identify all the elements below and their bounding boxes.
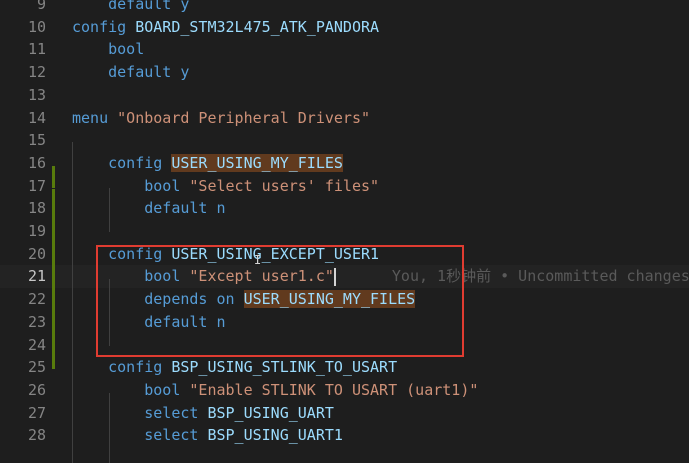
- line-number: 12: [27, 63, 46, 82]
- code-token: "Select users' files": [189, 176, 380, 195]
- code-token: default y: [108, 0, 190, 13]
- code-text[interactable]: select BSP_USING_UART1: [72, 424, 343, 447]
- code-line[interactable]: 17 bool "Select users' files": [0, 175, 689, 198]
- git-added-gutter-mark[interactable]: [52, 166, 55, 188]
- code-token: bool: [108, 40, 145, 59]
- line-number: 15: [27, 131, 46, 150]
- code-line[interactable]: 19: [0, 220, 689, 243]
- code-text[interactable]: config BOARD_STM32L475_ATK_PANDORA: [72, 16, 379, 39]
- line-number: 10: [27, 17, 46, 36]
- code-token: "Onboard Peripheral Drivers": [117, 108, 371, 127]
- code-token: BOARD_STM32L475_ATK_PANDORA: [135, 17, 380, 36]
- mouse-ibeam-cursor: I: [254, 253, 262, 267]
- code-token: select: [144, 426, 208, 445]
- code-token: "Enable STLINK TO USART (uart1)": [189, 380, 479, 399]
- code-token: n: [216, 199, 226, 218]
- line-number: 14: [27, 108, 46, 127]
- line-number: 26: [27, 380, 46, 399]
- code-line[interactable]: 16 config USER_USING_MY_FILES: [0, 152, 689, 175]
- code-text[interactable]: bool: [72, 38, 144, 61]
- code-editor[interactable]: 9 default y 10 config BOARD_STM32L475_ATK_…: [0, 0, 689, 463]
- code-line[interactable]: 13: [0, 84, 689, 107]
- indent-guide: [109, 188, 110, 232]
- code-token: BSP_USING_STLINK_TO_USART: [171, 358, 398, 377]
- line-number: 11: [27, 40, 46, 59]
- code-text[interactable]: select BSP_USING_UART: [72, 402, 334, 425]
- code-line[interactable]: 28 select BSP_USING_UART1: [0, 424, 689, 447]
- code-text[interactable]: default y: [72, 0, 189, 16]
- code-line[interactable]: 15: [0, 129, 689, 152]
- code-text[interactable]: config USER_USING_MY_FILES: [72, 152, 343, 175]
- code-token: USER_USING_MY_FILES: [171, 153, 343, 172]
- line-number: 13: [27, 85, 46, 104]
- code-token: bool: [144, 380, 190, 399]
- line-number: 24: [27, 335, 46, 354]
- code-line[interactable]: 10 config BOARD_STM32L475_ATK_PANDORA: [0, 16, 689, 39]
- code-line[interactable]: 12 default y: [0, 61, 689, 84]
- code-text[interactable]: menu "Onboard Peripheral Drivers": [72, 107, 370, 130]
- code-token: select: [144, 403, 208, 422]
- line-number: 21: [27, 267, 46, 286]
- code-token: default: [108, 63, 181, 82]
- code-line[interactable]: 9 default y: [0, 0, 689, 16]
- code-text[interactable]: default n: [72, 197, 226, 220]
- code-line[interactable]: 25 config BSP_USING_STLINK_TO_USART: [0, 356, 689, 379]
- code-line[interactable]: 27 select BSP_USING_UART: [0, 402, 689, 425]
- line-number: 17: [27, 176, 46, 195]
- indent-guide: [109, 393, 110, 463]
- line-number: 27: [27, 403, 46, 422]
- line-number: 22: [27, 290, 46, 309]
- line-number: 16: [27, 153, 46, 172]
- code-text[interactable]: bool "Enable STLINK TO USART (uart1)": [72, 379, 478, 402]
- code-token: config: [108, 358, 172, 377]
- code-token: menu: [72, 108, 118, 127]
- code-text[interactable]: default y: [72, 61, 189, 84]
- code-line[interactable]: 14 menu "Onboard Peripheral Drivers": [0, 107, 689, 130]
- line-number: 18: [27, 199, 46, 218]
- git-added-gutter-mark[interactable]: [52, 189, 55, 369]
- code-text[interactable]: config BSP_USING_STLINK_TO_USART: [72, 356, 397, 379]
- indent-guide: [72, 142, 73, 463]
- code-token: BSP_USING_UART1: [207, 426, 343, 445]
- line-number: 20: [27, 244, 46, 263]
- line-number: 23: [27, 312, 46, 331]
- line-number: 25: [27, 358, 46, 377]
- code-line[interactable]: 18 default n: [0, 197, 689, 220]
- line-number: 19: [27, 222, 46, 240]
- line-number: 9: [36, 0, 46, 13]
- code-token: default: [144, 199, 217, 218]
- code-token: y: [180, 63, 190, 82]
- line-number: 28: [27, 426, 46, 445]
- code-line[interactable]: 26 bool "Enable STLINK TO USART (uart1)": [0, 379, 689, 402]
- code-token: config: [72, 17, 136, 36]
- annotation-highlight-box: [96, 245, 464, 357]
- code-token: config: [108, 153, 172, 172]
- code-token: bool: [144, 176, 190, 195]
- code-line[interactable]: 11 bool: [0, 38, 689, 61]
- code-token: BSP_USING_UART: [207, 403, 334, 422]
- code-text[interactable]: bool "Select users' files": [72, 175, 379, 198]
